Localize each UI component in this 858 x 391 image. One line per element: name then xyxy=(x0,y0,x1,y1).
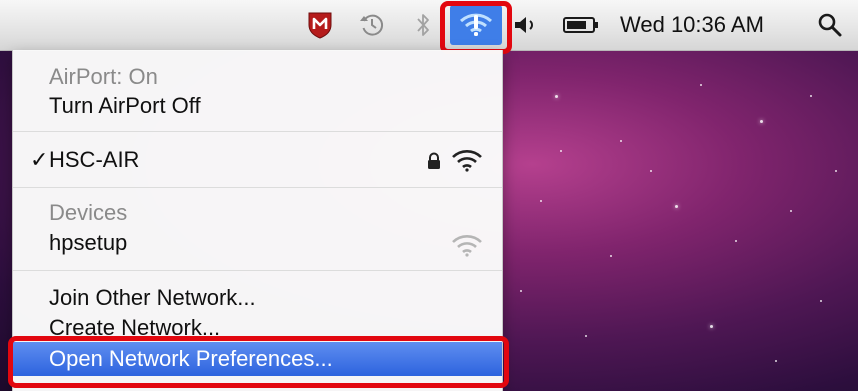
wifi-signal-icon xyxy=(452,150,482,172)
star xyxy=(540,200,542,202)
star xyxy=(790,210,792,212)
devices-header: Devices xyxy=(49,200,128,225)
star xyxy=(810,95,812,97)
menu-item-turn-airport-off[interactable]: Turn AirPort Off xyxy=(13,93,502,121)
menu-item-network-hsc-air[interactable]: ✓ HSC-AIR xyxy=(13,147,502,175)
menu-separator xyxy=(13,187,502,188)
lock-icon xyxy=(428,152,440,169)
checkmark-icon: ✓ xyxy=(30,147,49,172)
star xyxy=(675,205,678,208)
star xyxy=(585,335,587,337)
spotlight-icon[interactable] xyxy=(810,0,850,50)
star xyxy=(700,84,702,86)
star xyxy=(775,360,777,362)
device-name: hpsetup xyxy=(49,230,128,255)
menu-item-join-other-network[interactable]: Join Other Network... xyxy=(13,285,502,313)
turn-airport-off-label: Turn AirPort Off xyxy=(49,93,201,118)
airport-status-row: AirPort: On xyxy=(13,64,502,92)
menu-separator xyxy=(13,270,502,271)
network-name: HSC-AIR xyxy=(49,147,140,172)
menu-item-device-hpsetup[interactable]: hpsetup xyxy=(13,230,502,258)
devices-header-row: Devices xyxy=(13,200,502,228)
airport-status-label: AirPort: On xyxy=(49,64,158,89)
star xyxy=(520,290,522,292)
star xyxy=(760,120,763,123)
star xyxy=(820,300,822,302)
menu-bar: Wed 10:36 AM xyxy=(0,0,858,51)
menu-separator xyxy=(13,131,502,132)
bluetooth-icon[interactable] xyxy=(408,0,438,50)
mcafee-icon[interactable] xyxy=(300,0,340,50)
wifi-signal-icon xyxy=(452,235,482,257)
star xyxy=(555,95,558,98)
wifi-annotation-box xyxy=(440,1,512,54)
star xyxy=(650,170,652,172)
join-other-network-label: Join Other Network... xyxy=(49,285,256,310)
star xyxy=(835,170,837,172)
star xyxy=(560,150,562,152)
star xyxy=(735,240,737,242)
star xyxy=(710,325,713,328)
volume-icon[interactable] xyxy=(506,0,546,50)
menubar-clock[interactable]: Wed 10:36 AM xyxy=(620,0,764,50)
time-machine-icon[interactable] xyxy=(352,0,392,50)
star xyxy=(610,255,612,257)
battery-icon[interactable] xyxy=(556,0,606,50)
open-prefs-annotation-box xyxy=(8,336,509,388)
star xyxy=(620,140,622,142)
